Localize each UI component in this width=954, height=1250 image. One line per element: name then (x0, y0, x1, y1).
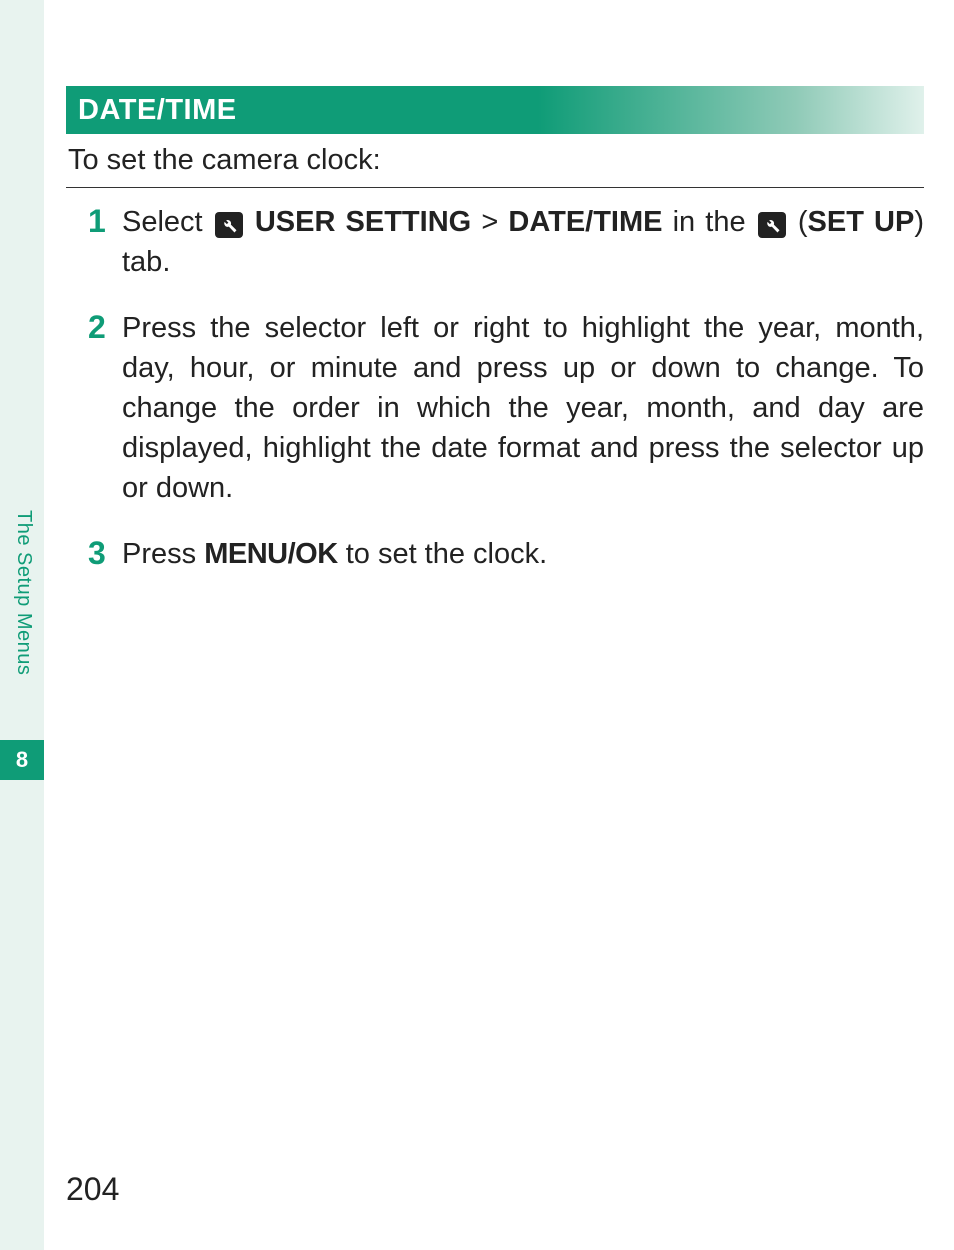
chapter-number-tab: 8 (0, 740, 44, 780)
step-body: Press MENU/OK to set the clock. (122, 534, 924, 574)
page-number: 204 (66, 1171, 119, 1208)
step-body: Select USER SETTING > DATE/TIME in the (… (122, 202, 924, 282)
text: in the (663, 206, 756, 238)
text: ( (798, 206, 808, 238)
text: Select (122, 206, 213, 238)
step-3: 3 Press MENU/OK to set the clock. (66, 534, 924, 574)
text: > (471, 206, 508, 238)
wrench-icon (758, 212, 786, 238)
bold-text: USER SETTING (255, 206, 471, 238)
bold-text: DATE/TIME (508, 206, 662, 238)
step-2: 2 Press the selector left or right to hi… (66, 308, 924, 508)
page-content: DATE/TIME To set the camera clock: 1 Sel… (66, 86, 924, 600)
text: Press (122, 538, 204, 570)
step-number: 1 (88, 202, 122, 282)
step-number: 2 (88, 308, 122, 508)
bold-text: MENU/OK (204, 538, 337, 570)
step-body: Press the selector left or right to high… (122, 308, 924, 508)
step-1: 1 Select USER SETTING > DATE/TIME in the… (66, 202, 924, 282)
section-header: DATE/TIME (66, 86, 924, 134)
divider (66, 187, 924, 188)
section-intro: To set the camera clock: (66, 144, 924, 177)
text: to set the clock. (338, 538, 548, 570)
wrench-icon (215, 212, 243, 238)
step-number: 3 (88, 534, 122, 574)
bold-text: SET UP (808, 206, 915, 238)
chapter-label: The Setup Menus (12, 510, 35, 675)
